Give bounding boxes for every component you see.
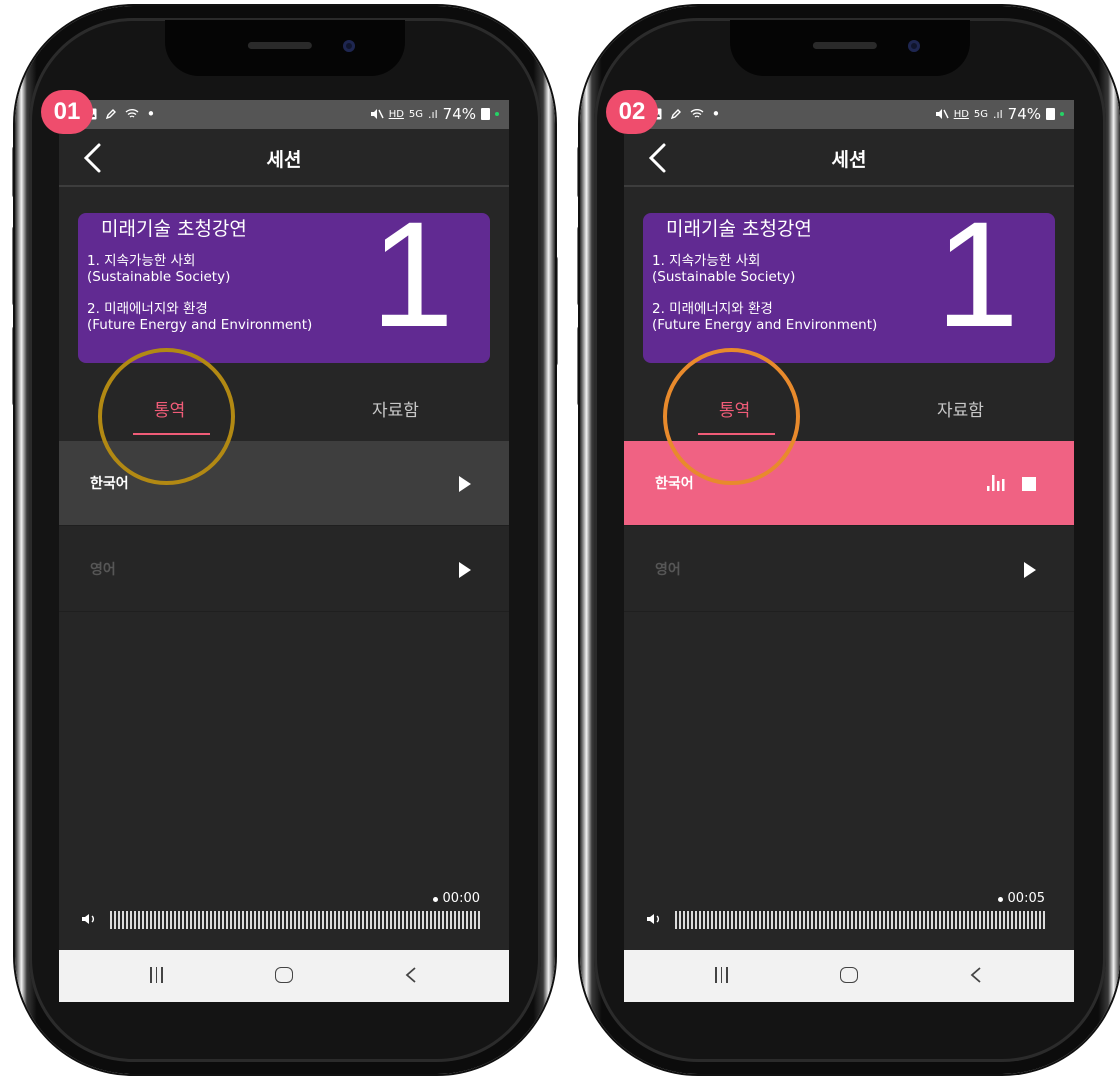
equalizer-icon <box>987 475 1005 491</box>
wifi-icon <box>690 109 703 118</box>
hd-label: HD <box>953 108 969 120</box>
home-icon[interactable] <box>275 967 293 983</box>
play-icon[interactable] <box>459 476 471 492</box>
tab-archive[interactable]: 자료함 <box>372 396 419 421</box>
front-camera <box>343 40 355 52</box>
audio-waveform <box>675 911 1045 929</box>
signal-icon: .ıl <box>993 107 1003 121</box>
system-nav-bar <box>624 950 1074 1002</box>
highlight-circle <box>663 348 800 485</box>
front-camera <box>908 40 920 52</box>
mute-icon <box>370 109 384 119</box>
pencil-icon <box>670 109 681 120</box>
stop-icon[interactable] <box>1022 477 1036 491</box>
playback-time: 00:00 <box>442 891 480 906</box>
phone-step-2: 6 • HD 5G .ıl 74% 세션 <box>577 6 1120 1074</box>
session-item-1-ko: 1. 지속가능한 사회 <box>87 253 196 269</box>
session-number: 1 <box>370 190 454 358</box>
notch <box>730 20 970 76</box>
mute-icon <box>935 109 949 119</box>
language-label: 한국어 <box>655 476 694 492</box>
audio-waveform <box>110 911 480 929</box>
app-screen: 6 • HD 5G .ıl 74% 세션 <box>59 100 509 1002</box>
nav-back-icon[interactable] <box>969 966 983 984</box>
speaker-icon[interactable] <box>81 913 97 925</box>
phone-step-1: 6 • HD 5G .ıl 74% 세션 <box>12 6 558 1074</box>
status-bar: 6 • HD 5G .ıl 74% <box>59 100 509 129</box>
top-app-bar: 세션 <box>624 129 1074 187</box>
session-item-2-en: (Future Energy and Environment) <box>652 317 878 333</box>
session-item-1-ko: 1. 지속가능한 사회 <box>652 253 761 269</box>
highlight-circle <box>98 348 235 485</box>
session-card: 미래기술 초청강연 1. 지속가능한 사회 (Sustainable Socie… <box>643 199 1055 363</box>
battery-percent: 74% <box>1007 105 1041 123</box>
pencil-icon <box>105 109 116 120</box>
session-item-1-en: (Sustainable Society) <box>652 269 796 285</box>
session-item-1-en: (Sustainable Society) <box>87 269 231 285</box>
earpiece-speaker <box>247 42 312 49</box>
session-title: 미래기술 초청강연 <box>666 218 812 240</box>
session-card: 미래기술 초청강연 1. 지속가능한 사회 (Sustainable Socie… <box>78 199 490 363</box>
language-label: 영어 <box>90 562 116 578</box>
network-label: 5G <box>408 108 424 120</box>
battery-icon <box>481 108 490 120</box>
recents-icon[interactable] <box>715 967 731 983</box>
battery-percent: 74% <box>442 105 476 123</box>
speaker-icon[interactable] <box>646 913 662 925</box>
language-row-english[interactable]: 영어 <box>624 527 1074 612</box>
notch <box>165 20 405 76</box>
playback-position-dot <box>998 897 1003 902</box>
signal-icon: .ıl <box>428 107 438 121</box>
earpiece-speaker <box>812 42 877 49</box>
recents-icon[interactable] <box>150 967 166 983</box>
hd-label: HD <box>388 108 404 120</box>
battery-icon <box>1046 108 1055 120</box>
playback-position-dot <box>433 897 438 902</box>
privacy-dot-icon <box>1060 112 1064 116</box>
play-icon[interactable] <box>1024 562 1036 578</box>
play-icon[interactable] <box>459 562 471 578</box>
tab-archive[interactable]: 자료함 <box>937 396 984 421</box>
system-nav-bar <box>59 950 509 1002</box>
language-label: 한국어 <box>90 476 129 492</box>
wifi-icon <box>125 109 138 118</box>
top-app-bar: 세션 <box>59 129 509 187</box>
notification-dot-icon: • <box>146 105 156 123</box>
nav-back-icon[interactable] <box>404 966 418 984</box>
page-title: 세션 <box>831 149 867 171</box>
app-screen: 6 • HD 5G .ıl 74% 세션 <box>624 100 1074 1002</box>
step-badge: 01 <box>41 90 93 134</box>
session-number: 1 <box>935 190 1019 358</box>
session-item-2-en: (Future Energy and Environment) <box>87 317 313 333</box>
session-title: 미래기술 초청강연 <box>101 218 247 240</box>
privacy-dot-icon <box>495 112 499 116</box>
comparison-stage: 6 • HD 5G .ıl 74% 세션 <box>0 0 1120 1081</box>
session-item-2-ko: 2. 미래에너지와 환경 <box>87 301 208 317</box>
playback-time: 00:05 <box>1007 891 1045 906</box>
notification-dot-icon: • <box>711 105 721 123</box>
session-item-2-ko: 2. 미래에너지와 환경 <box>652 301 773 317</box>
home-icon[interactable] <box>840 967 858 983</box>
page-title: 세션 <box>266 149 302 171</box>
network-label: 5G <box>973 108 989 120</box>
language-row-english[interactable]: 영어 <box>59 527 509 612</box>
step-badge: 02 <box>606 90 658 134</box>
language-label: 영어 <box>655 562 681 578</box>
status-bar: 6 • HD 5G .ıl 74% <box>624 100 1074 129</box>
